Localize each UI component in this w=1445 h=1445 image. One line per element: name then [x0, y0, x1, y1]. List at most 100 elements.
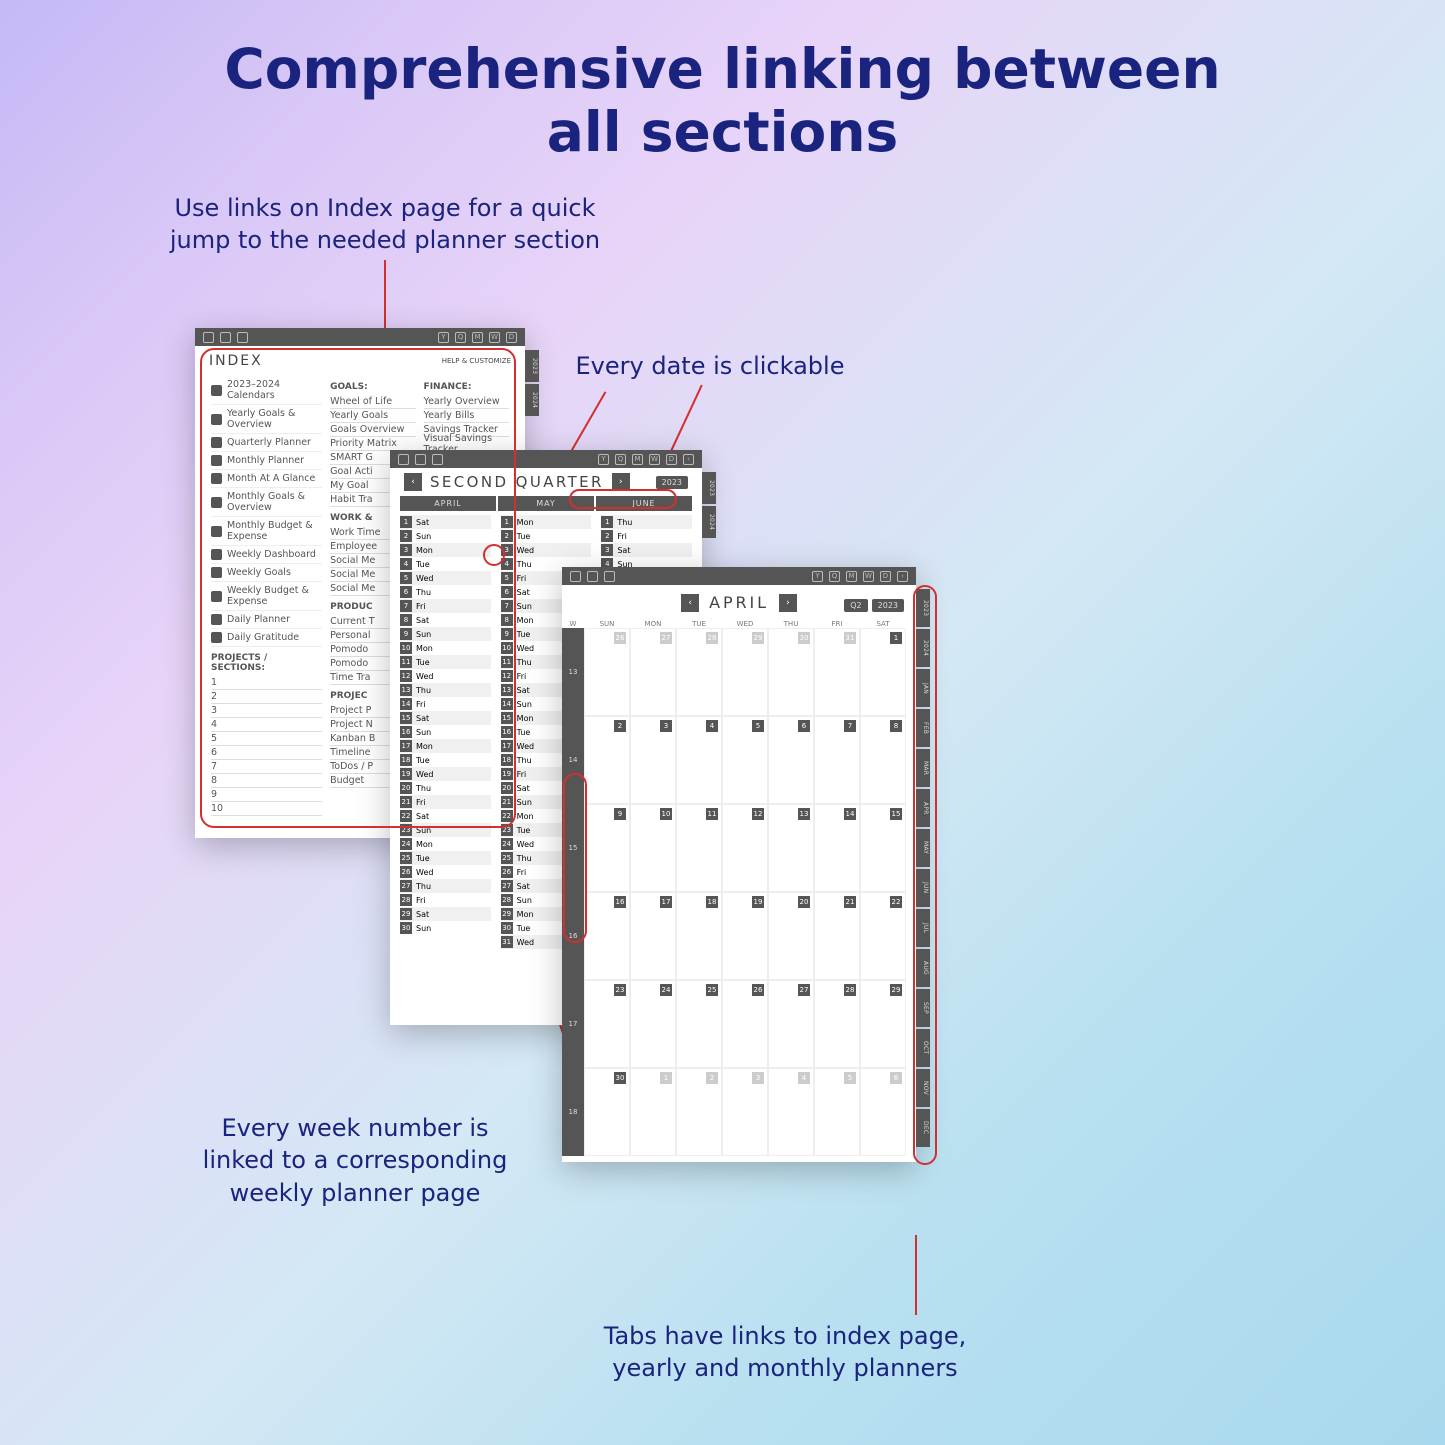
index-link[interactable]: Monthly Budget & Expense	[211, 517, 322, 546]
calendar-cell[interactable]: 28	[814, 980, 860, 1068]
date-row[interactable]: 20Thu	[400, 781, 491, 795]
project-line[interactable]: 6	[211, 746, 322, 760]
help-link[interactable]: HELP & CUSTOMIZE	[442, 357, 511, 365]
calendar-cell[interactable]: 14	[814, 804, 860, 892]
chevron-left-icon[interactable]: ‹	[897, 571, 908, 582]
side-tab[interactable]: 2024	[916, 629, 930, 667]
week-number[interactable]: 17	[562, 980, 584, 1068]
project-line[interactable]: 1	[211, 676, 322, 690]
calendar-cell[interactable]: 6	[860, 1068, 906, 1156]
side-tab[interactable]: MAR	[916, 749, 930, 787]
calendar-cell[interactable]: 11	[676, 804, 722, 892]
calendar-cell[interactable]: 1	[860, 628, 906, 716]
year-badge[interactable]: 2023	[656, 476, 688, 489]
date-row[interactable]: 2Tue	[501, 529, 592, 543]
month-tab[interactable]: MAY	[498, 496, 594, 511]
date-row[interactable]: 9Sun	[400, 627, 491, 641]
index-link[interactable]: Monthly Goals & Overview	[211, 488, 322, 517]
calendar-cell[interactable]: 2	[584, 716, 630, 804]
next-button[interactable]: ›	[779, 594, 797, 612]
date-row[interactable]: 3Sat	[601, 543, 692, 557]
calendar-cell[interactable]: 6	[768, 716, 814, 804]
project-line[interactable]: 8	[211, 774, 322, 788]
nav-icon[interactable]: Q	[455, 332, 466, 343]
nav-icon[interactable]: M	[846, 571, 857, 582]
nav-icon[interactable]: W	[863, 571, 874, 582]
date-row[interactable]: 18Tue	[400, 753, 491, 767]
calendar-cell[interactable]: 5	[722, 716, 768, 804]
check-icon[interactable]	[604, 571, 615, 582]
month-tab[interactable]: JUNE	[596, 496, 692, 511]
nav-icon[interactable]: Y	[438, 332, 449, 343]
date-row[interactable]: 26Wed	[400, 865, 491, 879]
nav-icon[interactable]: D	[880, 571, 891, 582]
week-number[interactable]: 13	[562, 628, 584, 716]
index-link[interactable]: Daily Gratitude	[211, 629, 322, 647]
calendar-cell[interactable]: 1	[630, 1068, 676, 1156]
date-row[interactable]: 3Mon	[400, 543, 491, 557]
check-icon[interactable]	[237, 332, 248, 343]
calendar-cell[interactable]: 2	[676, 1068, 722, 1156]
nav-icon[interactable]: D	[506, 332, 517, 343]
calendar-cell[interactable]: 15	[860, 804, 906, 892]
date-row[interactable]: 10Mon	[400, 641, 491, 655]
calendar-cell[interactable]: 13	[768, 804, 814, 892]
calendar-cell[interactable]: 30	[584, 1068, 630, 1156]
date-row[interactable]: 5Wed	[400, 571, 491, 585]
date-row[interactable]: 12Wed	[400, 669, 491, 683]
nav-icon[interactable]: M	[472, 332, 483, 343]
calendar-cell[interactable]: 26	[584, 628, 630, 716]
date-row[interactable]: 23Sun	[400, 823, 491, 837]
date-row[interactable]: 19Wed	[400, 767, 491, 781]
side-tab[interactable]: 2023	[916, 589, 930, 627]
date-row[interactable]: 30Sun	[400, 921, 491, 935]
side-tab[interactable]: APR	[916, 789, 930, 827]
index-link[interactable]: Weekly Dashboard	[211, 546, 322, 564]
project-line[interactable]: 9	[211, 788, 322, 802]
side-tab[interactable]: DEC	[916, 1109, 930, 1147]
project-line[interactable]: 10	[211, 802, 322, 816]
calendar-cell[interactable]: 3	[722, 1068, 768, 1156]
calendar-cell[interactable]: 8	[860, 716, 906, 804]
week-number[interactable]: 16	[562, 892, 584, 980]
calendar-cell[interactable]: 23	[584, 980, 630, 1068]
index-link[interactable]: Yearly Goals	[330, 409, 415, 423]
side-tab[interactable]: MAY	[916, 829, 930, 867]
month-tab[interactable]: APRIL	[400, 496, 496, 511]
index-link[interactable]: Month At A Glance	[211, 470, 322, 488]
calendar-cell[interactable]: 17	[630, 892, 676, 980]
date-row[interactable]: 1Thu	[601, 515, 692, 529]
calendar-cell[interactable]: 24	[630, 980, 676, 1068]
date-row[interactable]: 8Sat	[400, 613, 491, 627]
calendar-cell[interactable]: 18	[676, 892, 722, 980]
project-line[interactable]: 2	[211, 690, 322, 704]
calendar-cell[interactable]: 10	[630, 804, 676, 892]
date-row[interactable]: 22Sat	[400, 809, 491, 823]
week-number[interactable]: 15	[562, 804, 584, 892]
date-row[interactable]: 24Mon	[400, 837, 491, 851]
calendar-cell[interactable]: 27	[768, 980, 814, 1068]
calendar-cell[interactable]: 5	[814, 1068, 860, 1156]
nav-icon[interactable]: W	[649, 454, 660, 465]
chevron-left-icon[interactable]: ‹	[683, 454, 694, 465]
calendar-cell[interactable]: 31	[814, 628, 860, 716]
calendar-cell[interactable]: 29	[722, 628, 768, 716]
cal-icon[interactable]	[415, 454, 426, 465]
check-icon[interactable]	[432, 454, 443, 465]
week-number[interactable]: 18	[562, 1068, 584, 1156]
index-link[interactable]: Yearly Overview	[424, 395, 509, 409]
side-tab[interactable]: NOV	[916, 1069, 930, 1107]
cal-icon[interactable]	[220, 332, 231, 343]
index-link[interactable]: Weekly Goals	[211, 564, 322, 582]
side-tab[interactable]: 2024	[702, 506, 716, 538]
prev-button[interactable]: ‹	[681, 594, 699, 612]
index-link[interactable]: Priority Matrix	[330, 437, 415, 451]
project-line[interactable]: 4	[211, 718, 322, 732]
home-icon[interactable]	[570, 571, 581, 582]
calendar-cell[interactable]: 29	[860, 980, 906, 1068]
calendar-cell[interactable]: 30	[768, 628, 814, 716]
calendar-cell[interactable]: 19	[722, 892, 768, 980]
calendar-cell[interactable]: 21	[814, 892, 860, 980]
next-button[interactable]: ›	[612, 473, 630, 491]
date-row[interactable]: 25Tue	[400, 851, 491, 865]
